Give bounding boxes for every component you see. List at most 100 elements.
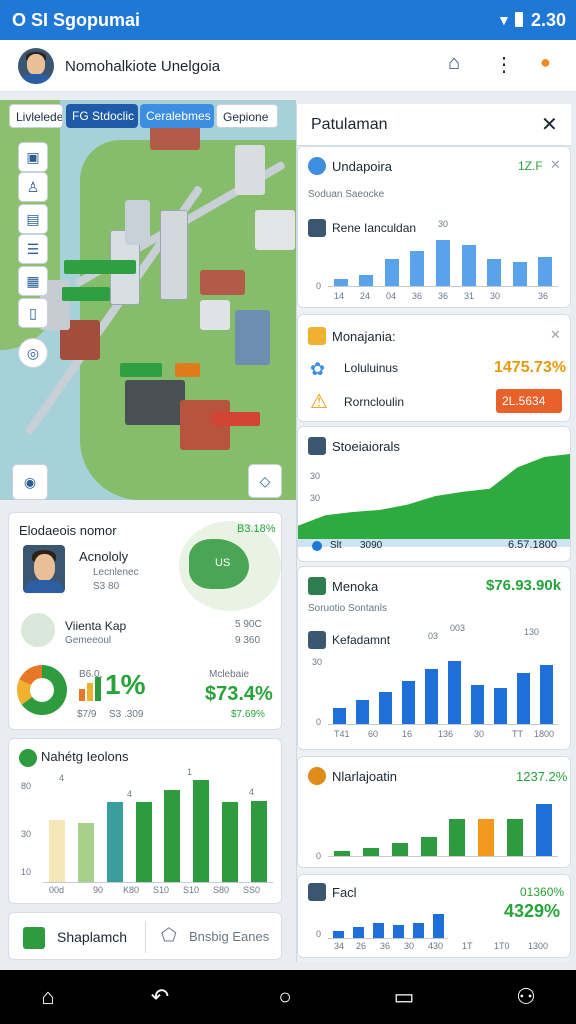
x-tick: 430: [428, 941, 444, 951]
card-value: 1237.2%: [516, 769, 568, 784]
x-tick: 36: [538, 291, 549, 301]
home-nav-icon[interactable]: ⌂: [34, 984, 62, 1010]
chart-bar: [538, 256, 553, 286]
tab-stdoclic[interactable]: FG Stdoclic: [66, 104, 138, 128]
y-tick: 0: [316, 929, 322, 939]
chart-bar: [356, 700, 369, 724]
x-tick: 00d: [49, 885, 65, 895]
building: [235, 310, 270, 365]
chart-bar: [540, 664, 553, 724]
map-label[interactable]: [212, 412, 260, 426]
status-value: 1475.73%: [494, 359, 567, 376]
person2-value: 9 360: [235, 635, 261, 646]
chart-title: Nahétg Ieolons: [41, 749, 129, 764]
card-title: Undapoira: [332, 159, 392, 174]
card-badge: B3.18%: [237, 523, 276, 535]
building: [235, 145, 265, 195]
building-icon: [308, 577, 326, 595]
person2-avatar[interactable]: [21, 613, 55, 647]
bar-chart-card: Facl 01360% 4329% 0 34 26 36 30 430 1T 1…: [297, 874, 571, 958]
chart-bar: [333, 278, 348, 286]
card-subtitle: Soduan Saeocke: [308, 189, 385, 200]
status-bar: O SI Sgopumai ▼ 2.30: [0, 0, 576, 40]
close-card-icon[interactable]: ✕: [550, 157, 561, 173]
tab-livlelede[interactable]: Livlelede: [9, 104, 63, 128]
back-nav-icon[interactable]: ↶: [146, 984, 174, 1010]
alert-badge[interactable]: 2L.5634: [496, 389, 562, 413]
y-tick: 10: [21, 867, 32, 877]
row-label: Loluluinus: [344, 361, 399, 375]
warning-box-icon: [308, 327, 326, 345]
more-menu-icon[interactable]: ⋮: [494, 52, 514, 77]
compass-icon[interactable]: ◇: [248, 464, 282, 498]
tab-gepione[interactable]: Gepione: [216, 104, 278, 128]
x-tick: 90: [93, 885, 104, 895]
warning-icon: ⚠: [310, 391, 328, 413]
row-label: Rorncloulin: [344, 395, 405, 409]
metric-label: Mclebaie: [209, 669, 250, 680]
chart-bar: [506, 819, 523, 856]
area-plot: [298, 453, 570, 547]
map-tool-doc-icon[interactable]: ▤: [18, 204, 48, 234]
user-avatar[interactable]: [18, 48, 54, 84]
leaf-icon: [19, 749, 37, 767]
chart-bar: [425, 668, 438, 724]
check-icon: [23, 927, 45, 949]
map-tool-note-icon[interactable]: ▦: [18, 266, 48, 296]
building: [125, 380, 185, 425]
right-panel: Patulaman ✕ Undapoira 1Z.F ✕ Soduan Saeo…: [296, 104, 571, 962]
x-tick: 26: [356, 941, 367, 951]
home-icon[interactable]: ⌂: [448, 52, 460, 75]
app-bar: Nomohalkiote Unelgoia ⌂ ⋮ ●: [0, 40, 576, 92]
secondary-action-button[interactable]: ⬠ Bnsbig Eanes: [147, 913, 281, 959]
x-tick: S80: [213, 885, 230, 895]
map-tool-layers-icon[interactable]: ▣: [18, 142, 48, 172]
map-label[interactable]: [120, 363, 162, 377]
map-label[interactable]: [64, 260, 136, 274]
panel-header: Patulaman ✕: [297, 104, 571, 146]
tab-ceralebmes[interactable]: Ceralebmes: [140, 104, 214, 128]
map-label[interactable]: [62, 287, 110, 301]
people-nav-icon[interactable]: ⚇: [512, 984, 540, 1010]
puzzle-icon: ⬠: [161, 925, 177, 945]
primary-action-label: Shaplamch: [57, 929, 128, 945]
plot-area: [328, 231, 558, 287]
message-nav-icon[interactable]: ▭: [390, 984, 418, 1010]
legend-mid: 3090: [360, 540, 383, 551]
building: [200, 300, 230, 330]
map-tool-panel-icon[interactable]: ▯: [18, 298, 48, 328]
system-nav-bar: ⌂ ↶ ○ ▭ ⚇: [0, 970, 576, 1024]
fan-icon: ✿: [310, 359, 326, 379]
map-tool-shirt-icon[interactable]: ♙: [18, 172, 48, 202]
map-tool-location-icon[interactable]: ◎: [18, 338, 48, 368]
chart-bar: [332, 931, 344, 938]
person-icon: [308, 219, 326, 237]
chart-bar: [449, 819, 466, 856]
person-avatar[interactable]: [23, 545, 65, 593]
card-value: 01360%: [520, 885, 565, 899]
chart-bar: [49, 819, 66, 882]
chart-bar: [448, 660, 461, 724]
battery-icon: [515, 12, 523, 27]
x-tick: 36: [412, 291, 423, 301]
region-label: US: [215, 557, 231, 569]
locate-me-icon[interactable]: ◉: [12, 464, 48, 500]
map-tool-list-icon[interactable]: ☰: [18, 234, 48, 264]
close-icon[interactable]: ✕: [541, 112, 558, 137]
chart-bar: [410, 251, 425, 286]
x-tick: 30: [404, 941, 415, 951]
x-tick: 1T0: [494, 941, 510, 951]
legend-dot: [312, 541, 322, 551]
chart-bar: [193, 780, 210, 882]
area-total: 6.57.1800: [508, 539, 557, 551]
y-tick: 30: [21, 829, 32, 839]
close-card-icon[interactable]: ✕: [550, 327, 561, 343]
circle-nav-icon[interactable]: ○: [271, 984, 299, 1010]
x-tick: 36: [438, 291, 449, 301]
card-subtitle: Soruotio Sontanls: [308, 603, 387, 614]
person-icon: [308, 631, 326, 649]
map-label[interactable]: [175, 363, 200, 377]
notification-icon[interactable]: ●: [540, 52, 551, 73]
person-detail: Lecnlenec: [93, 567, 139, 578]
primary-action-button[interactable]: Shaplamch: [9, 913, 145, 959]
